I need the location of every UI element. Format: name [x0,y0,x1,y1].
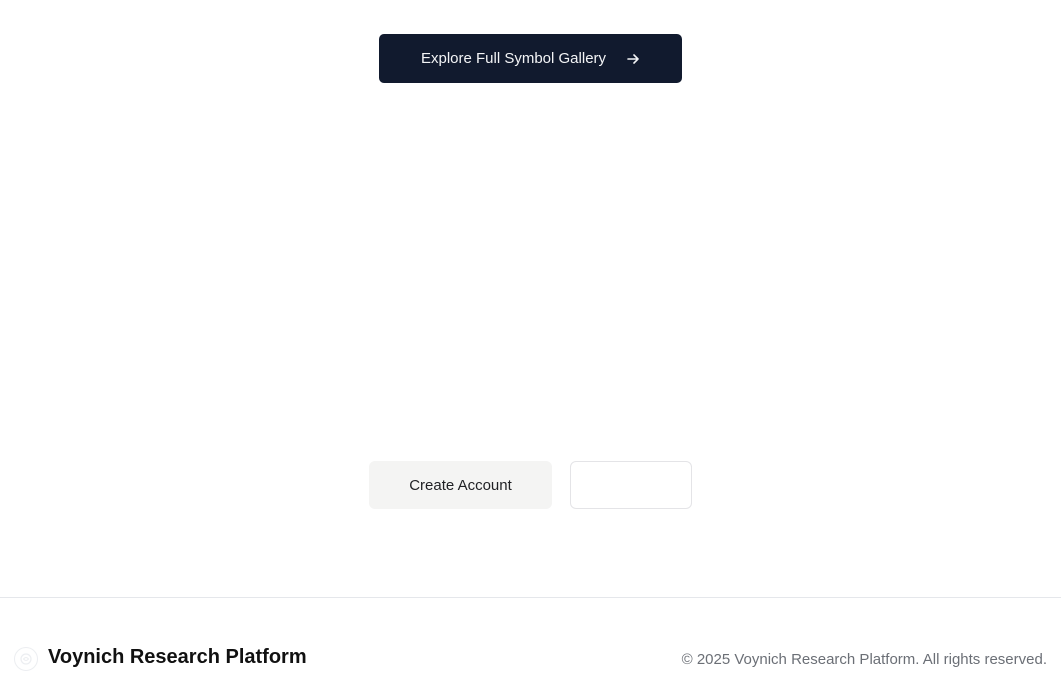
footer-copyright: © 2025 Voynich Research Platform. All ri… [681,651,1047,668]
secondary-action-button[interactable] [570,461,692,509]
arrow-right-icon [626,52,640,66]
footer-brand-name: Voynich Research Platform [48,646,307,668]
create-account-button[interactable]: Create Account [369,461,552,509]
explore-symbol-gallery-label: Explore Full Symbol Gallery [420,50,607,67]
site-footer: Voynich Research Platform © 2025 Voynich… [0,597,1061,683]
create-account-label: Create Account [409,476,512,494]
explore-symbol-gallery-button[interactable]: Explore Full Symbol Gallery [379,34,682,83]
page: Explore Full Symbol Gallery Create Accou… [0,0,1061,683]
voynich-logo-icon [14,647,38,671]
